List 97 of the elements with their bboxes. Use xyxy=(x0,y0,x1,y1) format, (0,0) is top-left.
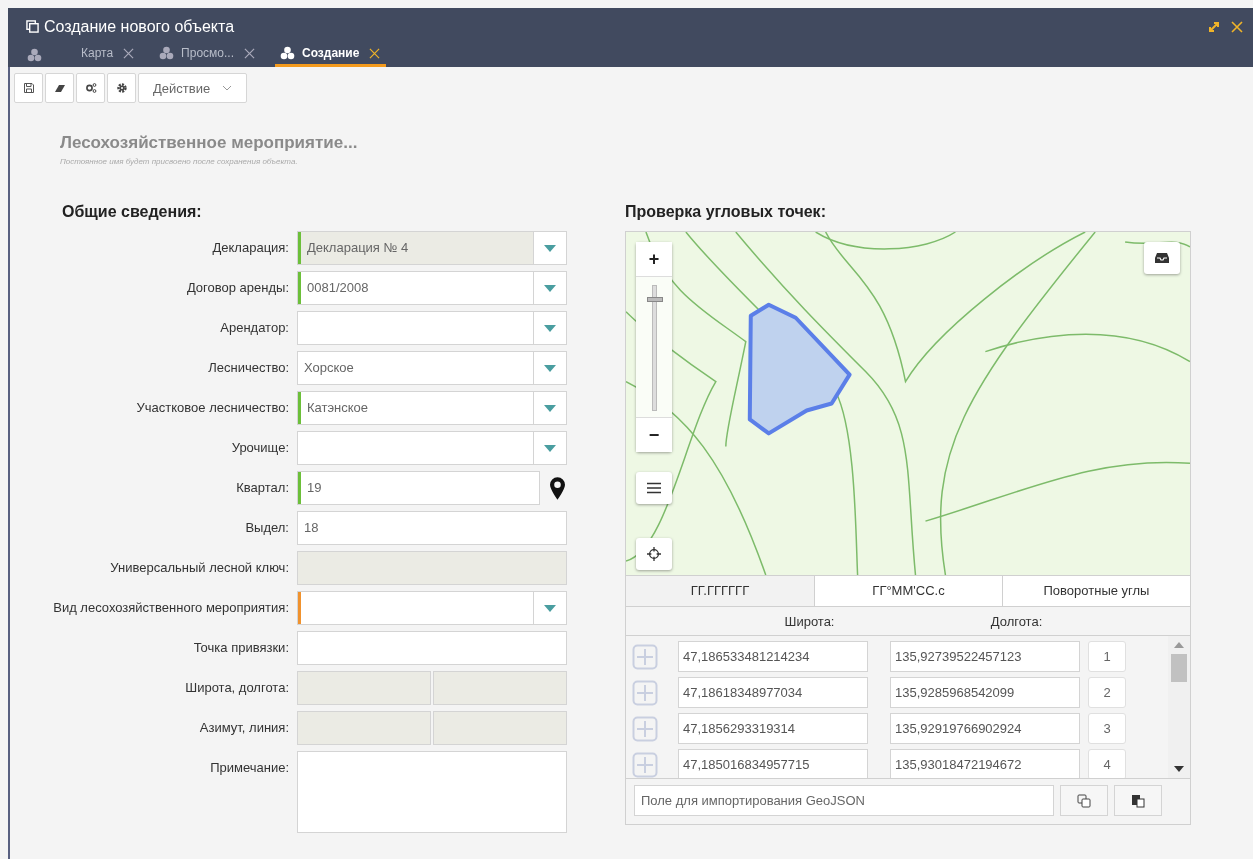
copy-button[interactable] xyxy=(1060,785,1108,816)
field-label: Договор аренды: xyxy=(185,279,289,297)
caret-icon xyxy=(544,364,556,372)
column-header: Широта: xyxy=(783,613,836,629)
tab[interactable]: Просмо... xyxy=(154,42,261,67)
caret-icon xyxy=(222,85,233,91)
longitude-field[interactable]: 135,93018472194672 xyxy=(890,749,1080,778)
eraser-button[interactable] xyxy=(45,73,74,103)
menu-icon xyxy=(646,481,662,495)
field-label: Урочище: xyxy=(230,439,289,457)
save-button[interactable] xyxy=(14,73,43,103)
scroll-thumb[interactable] xyxy=(1171,654,1187,682)
save-icon xyxy=(22,82,35,94)
caret-icon xyxy=(544,324,556,332)
settings-icon xyxy=(115,82,128,94)
scrollbar[interactable] xyxy=(1168,636,1190,778)
close-icon[interactable] xyxy=(1231,20,1243,33)
point-number: 1 xyxy=(1088,641,1126,672)
add-point-icon[interactable] xyxy=(632,643,658,670)
zoom-slider[interactable] xyxy=(636,276,672,418)
dropdown-field[interactable] xyxy=(297,431,567,465)
dropdown-field[interactable]: Катэнское xyxy=(297,391,567,425)
eraser-icon xyxy=(53,82,66,94)
caret-icon xyxy=(544,444,556,452)
longitude-field[interactable]: 135,92739522457123 xyxy=(890,641,1080,672)
input-field[interactable]: 19 xyxy=(297,471,540,505)
tab[interactable]: Карта xyxy=(57,42,141,67)
close-icon[interactable] xyxy=(244,47,255,59)
scroll-down-icon[interactable] xyxy=(1174,766,1184,772)
latitude-field[interactable]: 47,186533481214234 xyxy=(678,641,868,672)
caret-icon xyxy=(544,244,556,252)
add-point-icon[interactable] xyxy=(632,679,658,706)
window-icon xyxy=(26,20,39,34)
format-tab[interactable]: Поворотные углы xyxy=(1002,576,1190,606)
object-note: Постоянное имя будет присвоено после сохранения объекта. xyxy=(60,157,299,166)
section-heading: Общие сведения: xyxy=(61,203,203,221)
longitude-field[interactable]: 135,9285968542099 xyxy=(890,677,1080,708)
input-field[interactable] xyxy=(297,631,567,665)
object-title: Лесохозяйственное мероприятие... xyxy=(60,133,359,153)
dropdown-field[interactable] xyxy=(297,591,567,625)
geojson-import-field[interactable]: Поле для импортирования GeoJSON xyxy=(634,785,1054,816)
tab[interactable]: Создание xyxy=(275,42,387,67)
dropdown-field[interactable] xyxy=(297,311,567,345)
zoom-out-button[interactable]: − xyxy=(636,418,672,452)
field-label: Вид лесохозяйственного мероприятия: xyxy=(52,599,289,617)
map-pin-icon[interactable] xyxy=(550,476,565,500)
longitude-field[interactable]: 135,92919766902924 xyxy=(890,713,1080,744)
circles-icon xyxy=(279,46,296,61)
field-label: Квартал: xyxy=(235,479,289,497)
point-number: 4 xyxy=(1088,749,1126,778)
input-field[interactable]: 18 xyxy=(297,511,567,545)
paste-button[interactable] xyxy=(1114,785,1162,816)
settings-button[interactable] xyxy=(107,73,136,103)
close-icon[interactable] xyxy=(369,47,381,59)
field-label: Примечание: xyxy=(209,759,289,777)
layers-menu-button[interactable] xyxy=(636,472,672,504)
column-header: Долгота: xyxy=(989,613,1044,629)
latitude-field[interactable]: 47,1856293319314 xyxy=(678,713,868,744)
text-area[interactable] xyxy=(297,751,567,833)
circles-icon xyxy=(158,46,176,61)
close-icon[interactable] xyxy=(123,47,135,59)
action-dropdown[interactable]: Действие xyxy=(138,73,248,103)
latitude-field[interactable]: 47,185016834957715 xyxy=(678,749,868,778)
add-point-icon[interactable] xyxy=(632,715,658,742)
window-title: Создание нового объекта xyxy=(44,17,235,36)
latitude-field[interactable]: 47,18618348977034 xyxy=(678,677,868,708)
add-point-icon[interactable] xyxy=(632,751,658,778)
field-label: Азимут, линия: xyxy=(198,719,289,737)
gears-icon xyxy=(84,82,97,94)
field-label: Участковое лесничество: xyxy=(135,399,289,417)
field-label: Широта, долгота: xyxy=(184,679,289,697)
field-label: Декларация: xyxy=(211,239,289,257)
maximize-icon[interactable] xyxy=(1208,20,1220,33)
section-heading: Проверка угловых точек: xyxy=(625,203,827,221)
scroll-up-icon[interactable] xyxy=(1174,642,1184,648)
circles-icon xyxy=(26,47,43,62)
locate-button[interactable] xyxy=(636,538,672,570)
inbox-icon xyxy=(1154,251,1170,265)
copy-icon xyxy=(1077,793,1091,808)
inbox-button[interactable] xyxy=(1144,242,1180,274)
caret-icon xyxy=(544,404,556,412)
zoom-in-button[interactable]: + xyxy=(636,242,672,276)
field-label: Выдел: xyxy=(244,519,289,537)
dropdown-field[interactable]: Хорское xyxy=(297,351,567,385)
format-tab[interactable]: ГГ°ММ'СС.с xyxy=(814,576,1002,606)
paste-icon xyxy=(1131,793,1145,808)
field-label: Арендатор: xyxy=(219,319,289,337)
point-number: 3 xyxy=(1088,713,1126,744)
field-label: Лесничество: xyxy=(207,359,289,377)
field-label: Универсальный лесной ключ: xyxy=(109,559,289,577)
caret-icon xyxy=(544,604,556,612)
point-number: 2 xyxy=(1088,677,1126,708)
caret-icon xyxy=(544,284,556,292)
dropdown-field[interactable]: 0081/2008 xyxy=(297,271,567,305)
gears-button[interactable] xyxy=(76,73,105,103)
field-label: Точка привязки: xyxy=(192,639,289,657)
crosshair-icon xyxy=(646,547,662,561)
